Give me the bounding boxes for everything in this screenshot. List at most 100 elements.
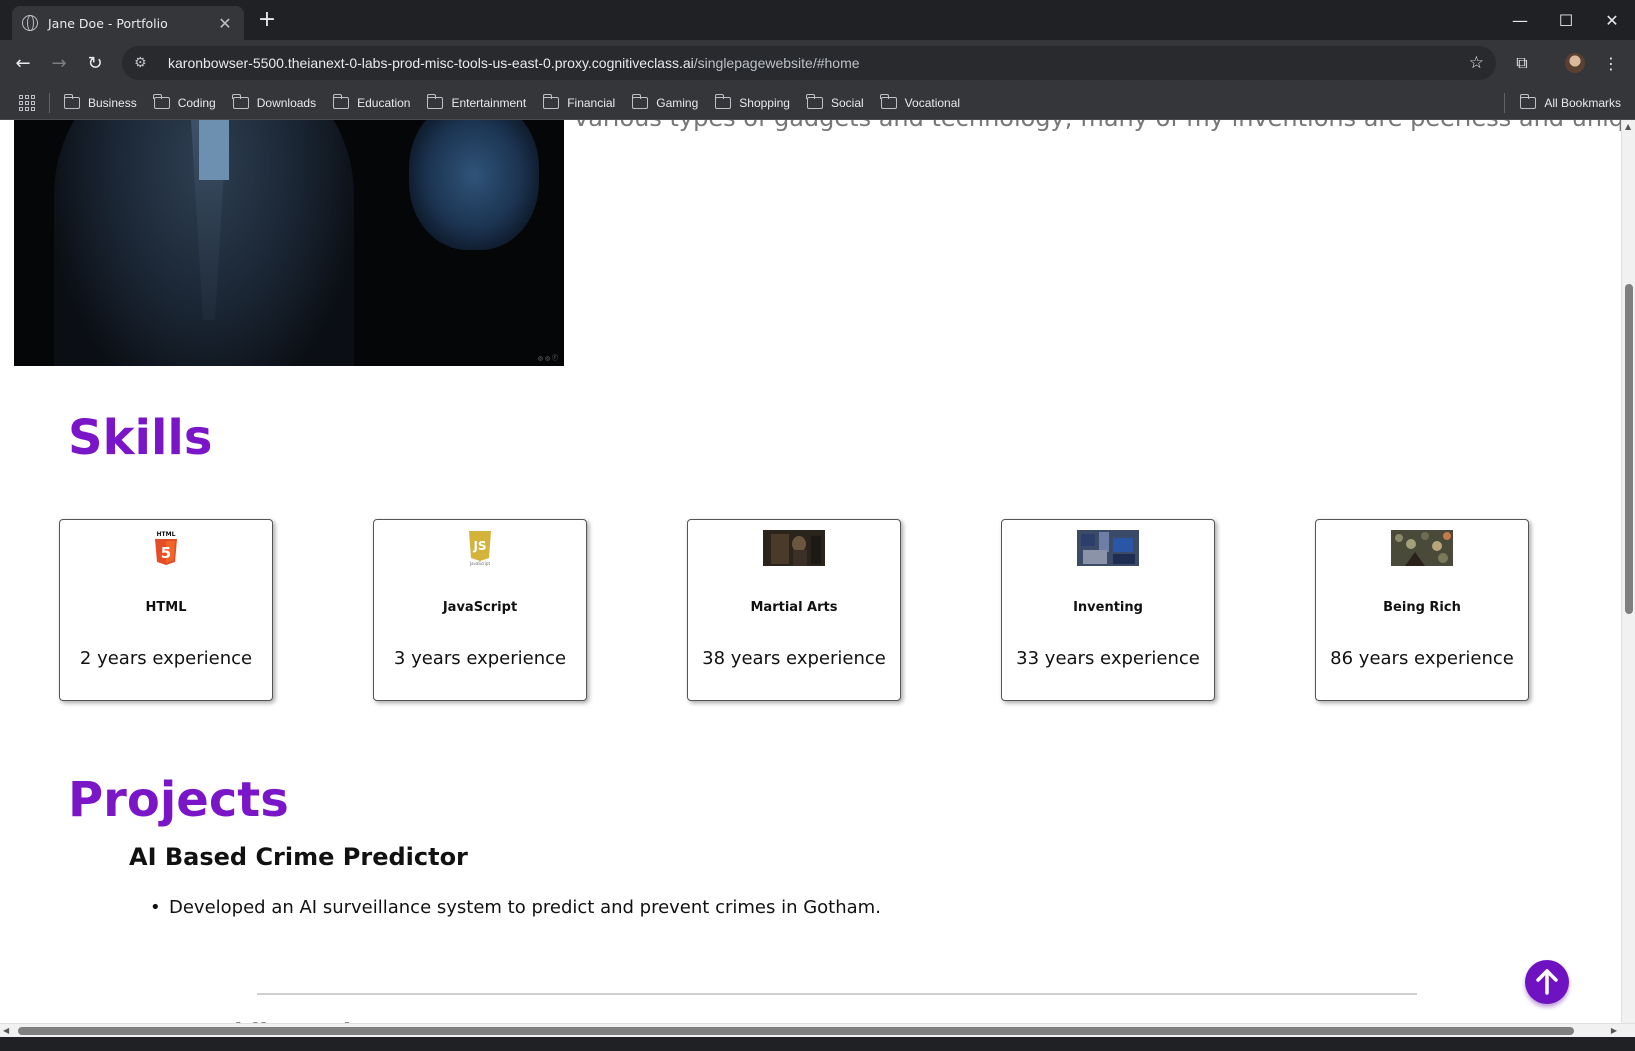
project-bullets: Developed an AI surveillance system to p… [150,897,881,918]
bookmark-financial[interactable]: Financial [542,93,615,110]
page-viewport: ◎ ◎ ⓕ various types of gadgets and techn… [0,120,1635,1037]
new-tab-button[interactable]: + [254,8,280,34]
folder-icon [332,93,350,109]
scroll-right-icon[interactable]: ▶ [1611,1026,1617,1035]
url-host: karonbowser-5500.theianext-0-labs-prod-m… [168,55,694,71]
profile-avatar[interactable] [1560,48,1590,78]
vertical-scroll-thumb[interactable] [1625,284,1633,614]
javascript-icon: JS JavaScript [469,531,491,566]
folder-icon [153,93,170,109]
divider [257,993,1417,995]
all-bookmarks-button[interactable]: All Bookmarks [1519,93,1621,110]
bookmark-education[interactable]: Education [332,93,411,110]
folder-icon [1519,93,1537,109]
bookmark-star-icon[interactable]: ☆ [1469,53,1484,73]
url-path: /singlepagewebsite/#home [693,55,860,71]
tab-close-icon[interactable]: ✕ [216,14,234,33]
globe-icon [22,15,38,31]
project-title: AI Based Crime Predictor [129,843,468,871]
skill-card-javascript: JS JavaScript JavaScript 3 years experie… [373,519,587,701]
reload-icon[interactable]: ↻ [80,48,110,78]
address-bar[interactable]: ⚙ karonbowser-5500.theianext-0-labs-prod… [122,46,1496,80]
divider [1504,92,1505,113]
vertical-scrollbar[interactable]: ▲ [1621,120,1635,1023]
skill-card-html: HTML 5 HTML 2 years experience [59,519,273,701]
bookmark-label: Shopping [739,95,790,110]
svg-text:5: 5 [161,544,171,562]
bookmark-business[interactable]: Business [63,93,137,110]
skills-heading: Skills [68,410,213,466]
folder-icon [63,93,80,109]
all-bookmarks-label: All Bookmarks [1544,95,1621,110]
bookmark-gaming[interactable]: Gaming [631,93,699,110]
bookmark-downloads[interactable]: Downloads [232,93,317,110]
bookmark-vocational[interactable]: Vocational [880,93,961,110]
scroll-left-icon[interactable]: ◀ [3,1026,9,1035]
skill-name: Martial Arts [750,600,838,615]
skill-experience: 3 years experience [393,648,567,669]
bookmark-label: Gaming [656,95,699,110]
profile-photo: ◎ ◎ ⓕ [14,120,564,366]
projects-heading: Projects [68,772,289,828]
arrow-up-icon [1536,969,1558,995]
browser-toolbar: ← → ↻ ⚙ karonbowser-5500.theianext-0-lab… [0,40,1635,86]
skill-experience: 33 years experience [1016,648,1200,669]
url-text[interactable]: karonbowser-5500.theianext-0-labs-prod-m… [168,55,860,71]
bookmark-label: Downloads [256,95,317,110]
list-item: Developed an AI surveillance system to p… [150,897,881,918]
horizontal-scrollbar[interactable]: ◀ ▶ [0,1023,1635,1037]
folder-icon [714,93,732,109]
apps-grid-icon[interactable] [19,94,35,111]
skill-card-martial-arts: Martial Arts 38 years experience [687,519,901,701]
tab-title: Jane Doe - Portfolio [48,15,168,31]
inventing-photo [1077,530,1139,566]
divider [49,92,50,113]
tab-portfolio[interactable]: Jane Doe - Portfolio ✕ [12,6,244,40]
folder-icon [806,93,823,109]
skill-name: HTML [145,600,187,615]
window-bottom-edge [0,1037,1635,1051]
back-arrow-icon[interactable]: ← [8,48,38,78]
bookmark-coding[interactable]: Coding [153,93,216,110]
menu-dots-icon[interactable]: ⋮ [1596,48,1626,78]
bookmarks-bar: Business Coding Downloads Education Ente… [0,86,1635,120]
scroll-up-icon[interactable]: ▲ [1625,122,1631,131]
maximize-icon[interactable]: ☐ [1543,0,1589,40]
site-info-icon[interactable]: ⚙ [134,55,156,71]
svg-text:HTML: HTML [157,531,176,538]
skill-name: Being Rich [1383,600,1461,615]
svg-text:JavaScript: JavaScript [469,561,490,566]
bookmark-label: Education [357,95,411,110]
back-to-top-button[interactable] [1525,960,1569,1004]
svg-text:JS: JS [472,539,486,553]
bookmark-social[interactable]: Social [806,93,864,110]
skill-card-being-rich: Being Rich 86 years experience [1315,519,1529,701]
forward-arrow-icon[interactable]: → [44,48,74,78]
skill-experience: 38 years experience [702,648,886,669]
bookmark-label: Business [88,95,137,110]
folder-icon [880,93,897,109]
folder-icon [426,93,444,109]
folder-icon [631,93,649,109]
window-close-icon[interactable]: ✕ [1589,0,1635,40]
folder-icon [232,93,249,109]
horizontal-scroll-thumb[interactable] [18,1027,1574,1035]
bookmark-label: Coding [177,95,216,110]
bookmark-label: Social [830,95,864,110]
skill-card-inventing: Inventing 33 years experience [1001,519,1215,701]
bookmark-entertainment[interactable]: Entertainment [426,93,527,110]
bookmark-label: Vocational [904,95,961,110]
tab-search-icon[interactable]: ⧉ [1507,48,1537,78]
html5-icon: HTML 5 [155,531,177,565]
skill-experience: 86 years experience [1330,648,1514,669]
tab-strip: Jane Doe - Portfolio ✕ + — ☐ ✕ [0,0,1635,40]
folder-icon [542,93,560,109]
minimize-icon[interactable]: — [1497,0,1543,40]
bookmark-label: Entertainment [451,95,527,110]
skill-name: JavaScript [442,600,518,615]
martial-arts-photo [763,530,825,566]
bookmark-shopping[interactable]: Shopping [714,93,790,110]
skill-experience: 2 years experience [79,648,253,669]
avatar [1565,53,1585,73]
money-photo [1391,530,1453,566]
